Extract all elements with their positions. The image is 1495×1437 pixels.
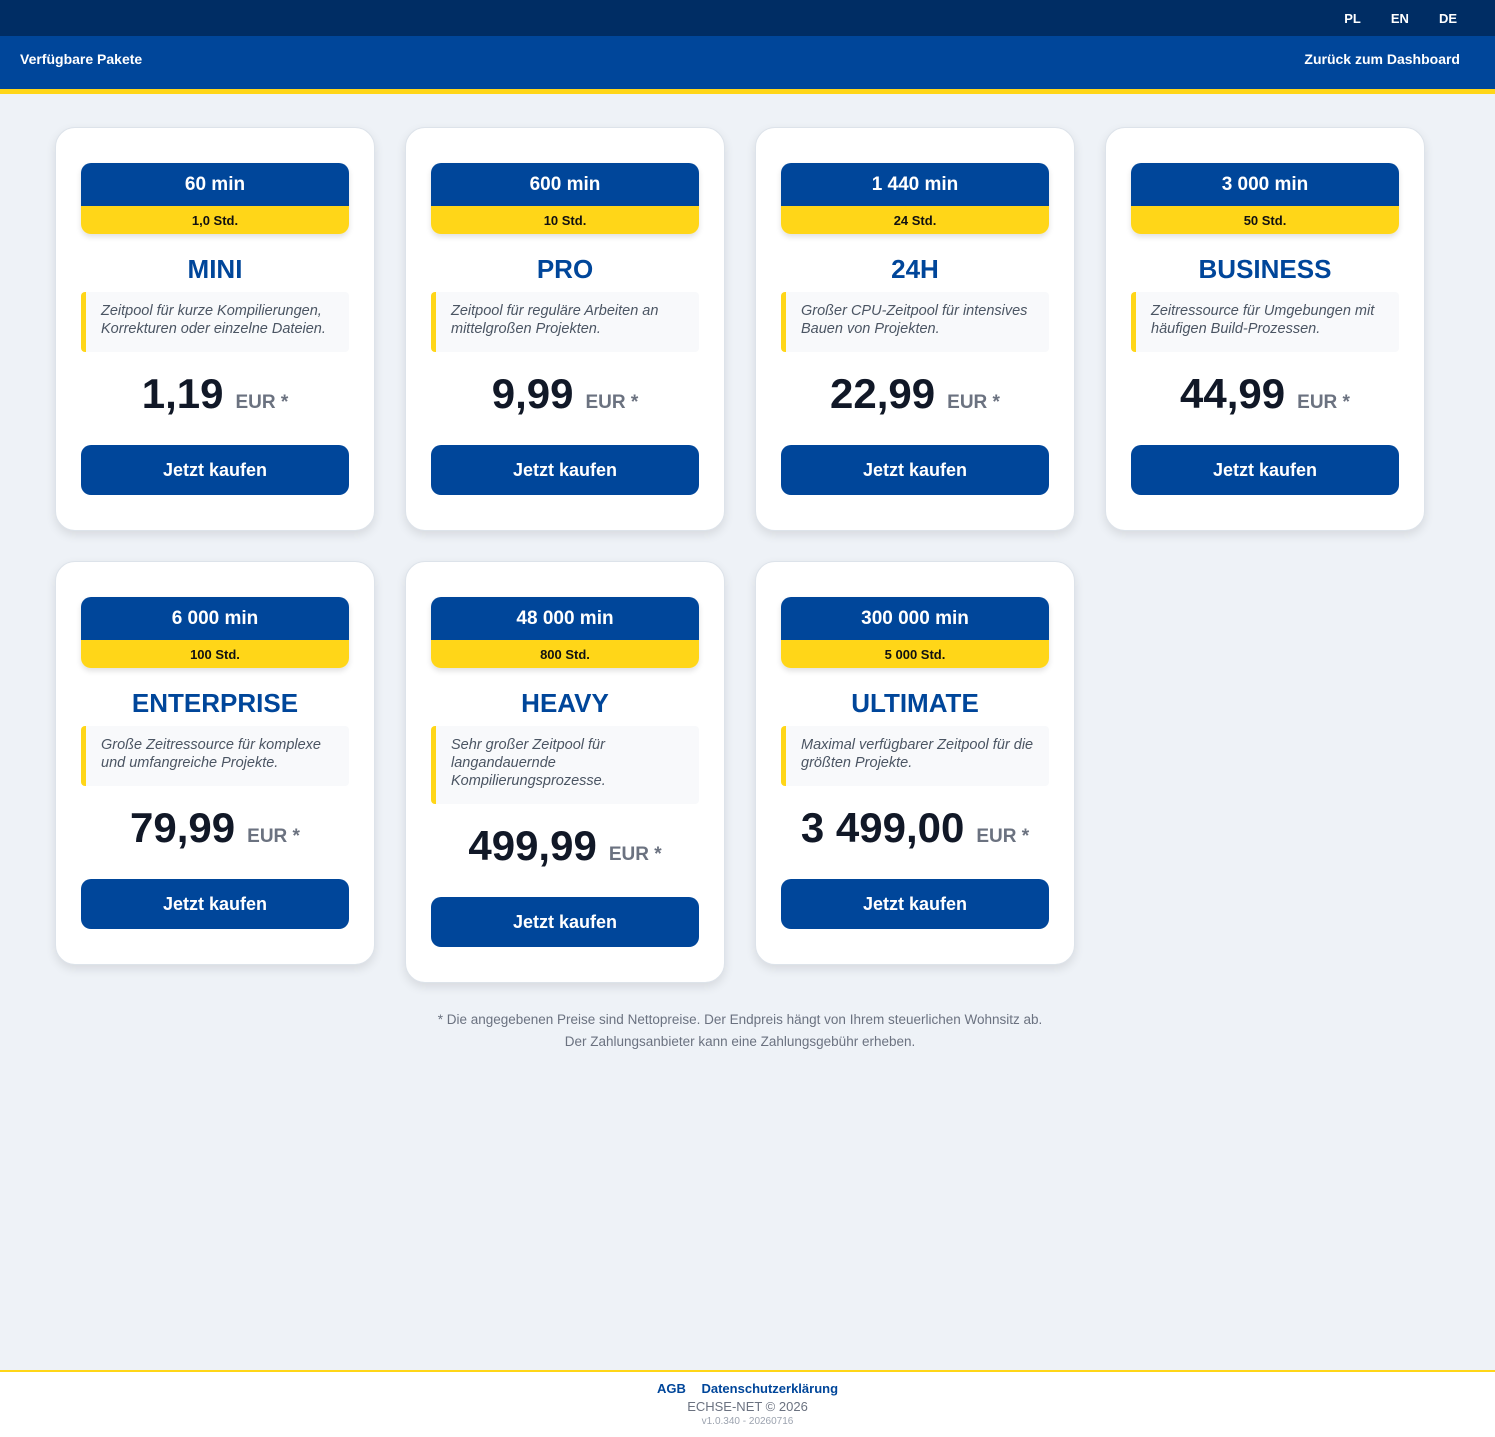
price-value: 499,99 [468,822,597,869]
duration-badge: 600 min 10 Std. [431,163,699,234]
back-to-dashboard-link[interactable]: Zurück zum Dashboard [1304,51,1460,67]
package-name: ENTERPRISE [131,688,299,718]
package-name: HEAVY [521,688,609,718]
footer-links: AGB Datenschutzerklärung [0,1381,1495,1396]
package-name: ULTIMATE [851,688,979,718]
privacy-policy-link[interactable]: Datenschutzerklärung [701,1381,838,1396]
buy-now-button[interactable]: Jetzt kaufen [81,879,349,929]
buy-now-button[interactable]: Jetzt kaufen [781,879,1049,929]
hours-label: 24 Std. [781,206,1049,234]
page-title: Verfügbare Pakete [20,50,143,67]
price-row: 22,99 EUR * [781,370,1049,425]
duration-badge: 48 000 min 800 Std. [431,597,699,668]
price-value: 22,99 [830,370,936,417]
top-navbar: Verfügbare Pakete Zurück zum Dashboard [0,36,1495,94]
minutes-label: 60 min [81,163,349,206]
terms-link[interactable]: AGB [657,1381,686,1396]
price-currency: EUR * [247,826,300,847]
duration-badge: 3 000 min 50 Std. [1131,163,1399,234]
price-value: 79,99 [130,804,236,851]
duration-badge: 60 min 1,0 Std. [81,163,349,234]
minutes-label: 3 000 min [1131,163,1399,206]
minutes-label: 6 000 min [81,597,349,640]
price-currency: EUR * [976,826,1030,847]
hours-label: 5 000 Std. [781,640,1049,668]
hours-label: 50 Std. [1131,206,1399,234]
price-row: 1,19 EUR * [81,370,349,425]
price-currency: EUR * [235,392,289,413]
price-value: 9,99 [491,370,574,417]
price-value: 1,19 [141,370,224,417]
price-value: 3 499,00 [800,804,965,851]
price-row: 44,99 EUR * [1131,370,1399,425]
package-name: PRO [536,254,594,284]
duration-badge: 1 440 min 24 Std. [781,163,1049,234]
price-row: 3 499,00 EUR * [781,804,1049,859]
hours-label: 10 Std. [431,206,699,234]
package-description: Sehr großer Zeitpool für langandauernde … [431,726,699,804]
price-currency: EUR * [1297,392,1350,413]
duration-badge: 300 000 min 5 000 Std. [781,597,1049,668]
package-name: 24H [891,254,939,284]
package-card-business: 3 000 min 50 Std. BUSINESS Zeitressource… [1105,127,1425,531]
package-card-24h: 1 440 min 24 Std. 24H Großer CPU-Zeitpoo… [755,127,1075,531]
buy-now-button[interactable]: Jetzt kaufen [1131,445,1399,495]
price-value: 44,99 [1180,370,1286,417]
package-card-ultimate: 300 000 min 5 000 Std. ULTIMATE Maximal … [755,561,1075,965]
copyright-text: ECHSE-NET © 2026 [687,1399,808,1414]
package-card-mini: 60 min 1,0 Std. MINI Zeitpool für kurze … [55,127,375,531]
package-description: Zeitressource für Umgebungen mit häufige… [1131,292,1399,352]
buy-now-button[interactable]: Jetzt kaufen [431,445,699,495]
package-name: BUSINESS [1198,254,1332,284]
package-description: Große Zeitressource für komplexe und umf… [81,726,349,786]
price-disclaimer: * Die angegebenen Preise sind Nettopreis… [0,1009,1480,1053]
lang-en-link[interactable]: EN [1391,11,1409,26]
version-text: v1.0.340 - 20260716 [701,1416,794,1427]
language-bar: PL EN DE [0,0,1495,36]
disclaimer-line-2: Der Zahlungsanbieter kann eine Zahlungsg… [564,1034,916,1049]
minutes-label: 600 min [431,163,699,206]
package-description: Zeitpool für reguläre Arbeiten an mittel… [431,292,699,352]
price-row: 79,99 EUR * [81,804,349,859]
hours-label: 800 Std. [431,640,699,668]
page-footer: AGB Datenschutzerklärung ECHSE-NET © 202… [0,1370,1495,1437]
minutes-label: 300 000 min [781,597,1049,640]
package-card-enterprise: 6 000 min 100 Std. ENTERPRISE Große Zeit… [55,561,375,965]
package-card-pro: 600 min 10 Std. PRO Zeitpool für regulär… [405,127,725,531]
lang-de-link[interactable]: DE [1439,11,1457,26]
buy-now-button[interactable]: Jetzt kaufen [781,445,1049,495]
package-name: MINI [187,254,243,284]
buy-now-button[interactable]: Jetzt kaufen [81,445,349,495]
minutes-label: 48 000 min [431,597,699,640]
package-description: Zeitpool für kurze Kompilierungen, Korre… [81,292,349,352]
disclaimer-line-1: * Die angegebenen Preise sind Nettopreis… [437,1012,1043,1027]
minutes-label: 1 440 min [781,163,1049,206]
package-grid: 60 min 1,0 Std. MINI Zeitpool für kurze … [55,127,1425,983]
package-card-heavy: 48 000 min 800 Std. HEAVY Sehr großer Ze… [405,561,725,983]
price-row: 499,99 EUR * [431,822,699,877]
price-currency: EUR * [585,392,639,413]
hours-label: 1,0 Std. [81,206,349,234]
price-currency: EUR * [608,844,662,865]
lang-pl-link[interactable]: PL [1344,11,1361,26]
hours-label: 100 Std. [81,640,349,668]
price-currency: EUR * [947,392,1000,413]
package-description: Maximal verfügbarer Zeitpool für die grö… [781,726,1049,786]
buy-now-button[interactable]: Jetzt kaufen [431,897,699,947]
package-description: Großer CPU-Zeitpool für intensives Bauen… [781,292,1049,352]
duration-badge: 6 000 min 100 Std. [81,597,349,668]
price-row: 9,99 EUR * [431,370,699,425]
